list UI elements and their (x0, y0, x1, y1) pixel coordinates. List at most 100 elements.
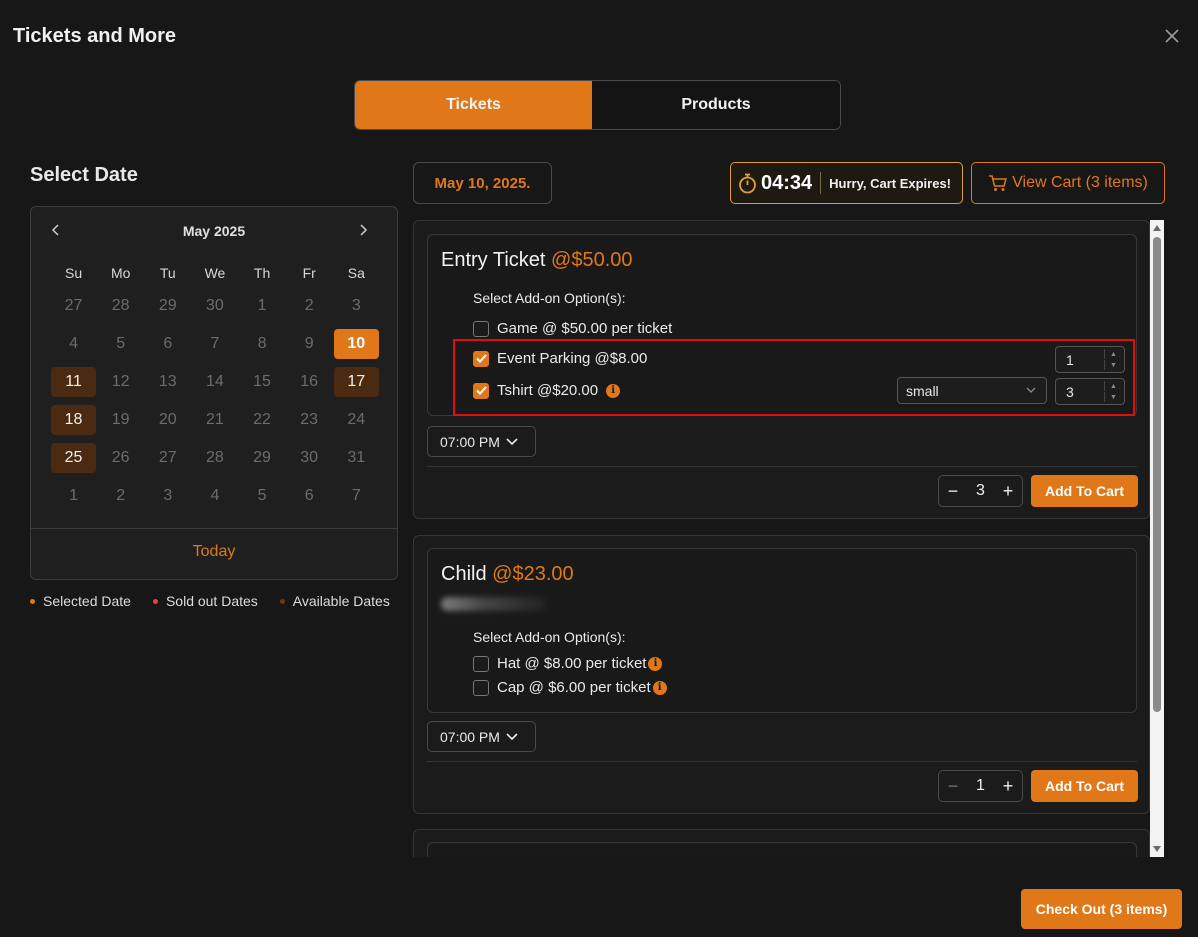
select-date-heading: Select Date (30, 164, 138, 186)
chevron-down-icon (506, 437, 518, 445)
scroll-down-icon[interactable] (1153, 846, 1161, 852)
info-icon[interactable]: i (652, 680, 667, 695)
checkout-button[interactable]: Check Out (3 items) (1021, 889, 1182, 929)
addon-game-label: Game @ $50.00 per ticket (497, 320, 673, 337)
selected-dot-icon (30, 598, 35, 604)
view-cart-button[interactable]: View Cart (3 items) (971, 162, 1165, 204)
redacted-description (441, 597, 546, 611)
calendar-grid: Su Mo Tu We Th Fr Sa 27 28 29 30 1 2 3 4 5 6 7 8 9 10 11 12 13… (50, 259, 380, 515)
close-icon[interactable] (1162, 26, 1182, 46)
calendar-day: 19 (97, 405, 144, 435)
card-divider (427, 761, 1137, 762)
calendar-day[interactable]: 10 (333, 329, 380, 359)
calendar-day[interactable]: 17 (333, 367, 380, 397)
calendar-day-number: 18 (51, 405, 97, 435)
next-month-icon[interactable] (354, 221, 372, 239)
calendar-day-number: 26 (111, 449, 130, 466)
calendar-week: 27 28 29 30 1 2 3 (50, 287, 380, 325)
calendar-month-label: May 2025 (182, 223, 246, 239)
calendar-week: 1 2 3 4 5 6 7 (50, 477, 380, 515)
calendar-day: 24 (333, 405, 380, 435)
calendar-day: 6 (286, 481, 333, 511)
ticket-card-partial (413, 829, 1150, 857)
calendar-day-number: 7 (351, 487, 361, 504)
addon-heading: Select Add-on Option(s): (473, 290, 626, 306)
calendar-day: 8 (239, 329, 286, 359)
calendar-day: 1 (239, 291, 286, 321)
calendar-day[interactable]: 11 (50, 367, 97, 397)
calendar-day: 22 (239, 405, 286, 435)
selected-date-label: May 10, 2025. (413, 162, 552, 204)
calendar-day-number: 6 (304, 487, 314, 504)
calendar-day: 30 (191, 291, 238, 321)
calendar-day-number: 29 (158, 297, 177, 314)
calendar-week: 18 19 20 21 22 23 24 (50, 401, 380, 439)
timer-value: 04:34 (761, 171, 813, 194)
quantity-value: 3 (976, 482, 985, 499)
ticket-name: Entry Ticket (441, 249, 546, 271)
increment-button[interactable]: + (1000, 481, 1016, 502)
addon-cap: Cap @ $6.00 per ticket i (473, 679, 667, 696)
scroll-up-icon[interactable] (1153, 225, 1161, 231)
ticket-card-child: Child @$23.00 Select Add-on Option(s): H… (413, 535, 1150, 814)
calendar-divider (31, 528, 397, 529)
time-select[interactable]: 07:00 PM (427, 721, 536, 752)
calendar-day-number: 5 (257, 487, 267, 504)
ticket-price: @$50.00 (551, 249, 633, 271)
calendar-day-number: 28 (111, 297, 130, 314)
calendar-day: 21 (191, 405, 238, 435)
decrement-button[interactable]: − (945, 776, 961, 797)
info-icon[interactable]: i (648, 656, 663, 671)
calendar-day: 29 (239, 443, 286, 473)
available-dot-icon (279, 598, 285, 604)
addon-hat-checkbox[interactable] (473, 655, 489, 672)
calendar-day: 14 (191, 367, 238, 397)
tab-products[interactable]: Products (592, 81, 840, 129)
legend-sold-out-label: Sold out Dates (165, 593, 258, 609)
calendar-day[interactable]: 18 (50, 405, 97, 435)
calendar-day-number: 30 (300, 449, 319, 466)
addon-game-checkbox[interactable] (473, 320, 489, 337)
calendar-day-number: 10 (333, 329, 379, 359)
ticket-quantity-stepper: − 3 + (938, 475, 1023, 507)
add-to-cart-button[interactable]: Add To Cart (1031, 770, 1138, 802)
time-select[interactable]: 07:00 PM (427, 426, 536, 457)
weekday-label: Th (253, 265, 271, 281)
decrement-button[interactable]: − (945, 481, 961, 502)
timer-divider (820, 172, 822, 194)
scrollbar-thumb[interactable] (1153, 237, 1161, 712)
calendar-day-number: 20 (158, 411, 177, 428)
ticket-list: Entry Ticket @$50.00 Select Add-on Optio… (413, 220, 1150, 857)
calendar-day-number: 28 (206, 449, 224, 466)
ticket-list-scrollbar[interactable] (1150, 220, 1164, 857)
addon-cap-label: Cap @ $6.00 per ticket (497, 679, 651, 696)
increment-button[interactable]: + (1000, 776, 1016, 797)
tab-bar: Tickets Products (354, 80, 841, 130)
ticket-name: Child (441, 563, 487, 585)
calendar-day: 16 (286, 367, 333, 397)
calendar-day-number: 27 (64, 297, 83, 314)
calendar-week: 11 12 13 14 15 16 17 (50, 363, 380, 401)
selected-addons-highlight (453, 339, 1135, 416)
calendar-day-number: 7 (210, 335, 220, 352)
calendar-day: 3 (144, 481, 191, 511)
calendar-day: 9 (286, 329, 333, 359)
legend-available: Available Dates (279, 593, 390, 609)
calendar-day-number: 12 (111, 373, 130, 390)
legend-selected-label: Selected Date (43, 593, 131, 609)
calendar-day[interactable]: 25 (50, 443, 97, 473)
calendar-day-number: 6 (163, 335, 173, 352)
calendar-day: 20 (144, 405, 191, 435)
view-cart-label: View Cart (3 items) (1012, 174, 1148, 191)
calendar-day-number: 11 (51, 367, 97, 397)
tab-tickets[interactable]: Tickets (355, 81, 592, 129)
today-button[interactable]: Today (31, 543, 397, 561)
addon-heading: Select Add-on Option(s): (473, 629, 626, 645)
legend-selected: Selected Date (30, 593, 131, 609)
calendar-day: 1 (50, 481, 97, 511)
calendar-day: 5 (97, 329, 144, 359)
calendar-day: 23 (286, 405, 333, 435)
addon-cap-checkbox[interactable] (473, 679, 489, 696)
add-to-cart-button[interactable]: Add To Cart (1031, 475, 1138, 507)
calendar-day-number: 3 (351, 297, 361, 314)
